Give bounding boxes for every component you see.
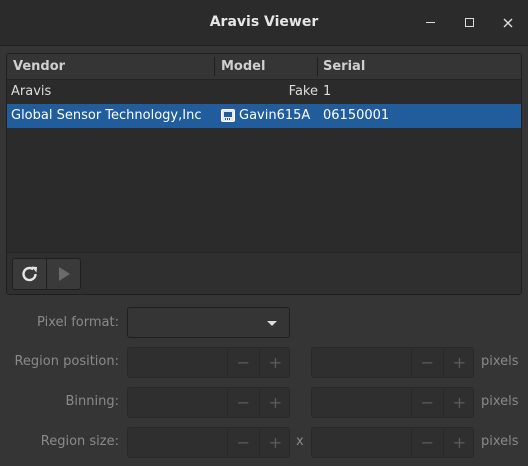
column-header-serial[interactable]: Serial bbox=[323, 54, 365, 79]
camera-row-aravis[interactable]: Aravis Fake 1 bbox=[7, 80, 521, 104]
camera-list-body: Aravis Fake 1 Global Sensor Technology,I… bbox=[7, 80, 521, 252]
increment-button[interactable]: + bbox=[443, 348, 473, 377]
maximize-button[interactable] bbox=[459, 12, 481, 34]
column-divider bbox=[317, 57, 318, 76]
start-acquisition-button[interactable] bbox=[46, 258, 81, 290]
camera-list-toolbar bbox=[7, 252, 521, 294]
play-icon bbox=[59, 267, 70, 281]
region-size-unit: pixels bbox=[481, 434, 519, 449]
binning-unit: pixels bbox=[481, 394, 519, 409]
region-x-spinbutton[interactable]: − + bbox=[127, 347, 290, 378]
camera-serial: 06150001 bbox=[323, 108, 390, 123]
increment-button[interactable]: + bbox=[443, 428, 473, 457]
camera-list: Vendor Model Serial Aravis Fake 1 Global… bbox=[6, 53, 522, 295]
camera-list-header: Vendor Model Serial bbox=[7, 54, 521, 80]
decrement-button[interactable]: − bbox=[411, 348, 443, 377]
decrement-button[interactable]: − bbox=[411, 428, 443, 457]
refresh-icon bbox=[22, 266, 37, 282]
region-position-label: Region position: bbox=[14, 354, 119, 369]
size-separator: x bbox=[296, 434, 304, 449]
camera-vendor: Aravis bbox=[11, 84, 52, 99]
increment-button[interactable]: + bbox=[259, 348, 289, 377]
region-y-spinbutton[interactable]: − + bbox=[311, 347, 474, 378]
decrement-button[interactable]: − bbox=[227, 348, 259, 377]
maximize-icon bbox=[465, 18, 474, 27]
increment-button[interactable]: + bbox=[259, 428, 289, 457]
binning-x-spinbutton[interactable]: − + bbox=[127, 387, 290, 418]
window-title: Aravis Viewer bbox=[209, 14, 319, 30]
region-y-entry[interactable] bbox=[312, 348, 411, 377]
camera-serial: 1 bbox=[323, 84, 332, 99]
camera-row-global-sensor[interactable]: Global Sensor Technology,Inc Gavin615A 0… bbox=[7, 104, 521, 128]
region-position-unit: pixels bbox=[481, 354, 519, 369]
increment-button[interactable]: + bbox=[443, 388, 473, 417]
binning-label: Binning: bbox=[65, 394, 120, 409]
minimize-button[interactable] bbox=[420, 12, 442, 34]
increment-button[interactable]: + bbox=[259, 388, 289, 417]
close-icon bbox=[503, 18, 513, 28]
close-button[interactable] bbox=[497, 12, 519, 34]
refresh-button[interactable] bbox=[12, 258, 47, 290]
title-bar: Aravis Viewer bbox=[0, 0, 528, 46]
binning-y-entry[interactable] bbox=[312, 388, 411, 417]
network-camera-icon bbox=[221, 109, 235, 122]
binning-y-spinbutton[interactable]: − + bbox=[311, 387, 474, 418]
aravis-viewer-window: Aravis Viewer Vendor Model Serial Aravis… bbox=[0, 0, 528, 466]
camera-model: Gavin615A bbox=[239, 108, 311, 123]
region-width-entry[interactable] bbox=[128, 428, 227, 457]
decrement-button[interactable]: − bbox=[411, 388, 443, 417]
region-height-spinbutton[interactable]: − + bbox=[311, 427, 474, 458]
column-divider bbox=[214, 57, 215, 76]
binning-x-entry[interactable] bbox=[128, 388, 227, 417]
pixel-format-combo[interactable] bbox=[127, 307, 290, 338]
minimize-icon bbox=[426, 22, 435, 23]
camera-vendor: Global Sensor Technology,Inc bbox=[11, 108, 202, 123]
region-width-spinbutton[interactable]: − + bbox=[127, 427, 290, 458]
chevron-down-icon bbox=[267, 321, 277, 326]
column-header-vendor[interactable]: Vendor bbox=[13, 54, 65, 79]
decrement-button[interactable]: − bbox=[227, 388, 259, 417]
region-size-label: Region size: bbox=[40, 434, 119, 449]
column-header-model[interactable]: Model bbox=[221, 54, 265, 79]
decrement-button[interactable]: − bbox=[227, 428, 259, 457]
camera-model: Fake bbox=[288, 84, 318, 99]
pixel-format-label: Pixel format: bbox=[37, 315, 119, 330]
region-height-entry[interactable] bbox=[312, 428, 411, 457]
region-x-entry[interactable] bbox=[128, 348, 227, 377]
